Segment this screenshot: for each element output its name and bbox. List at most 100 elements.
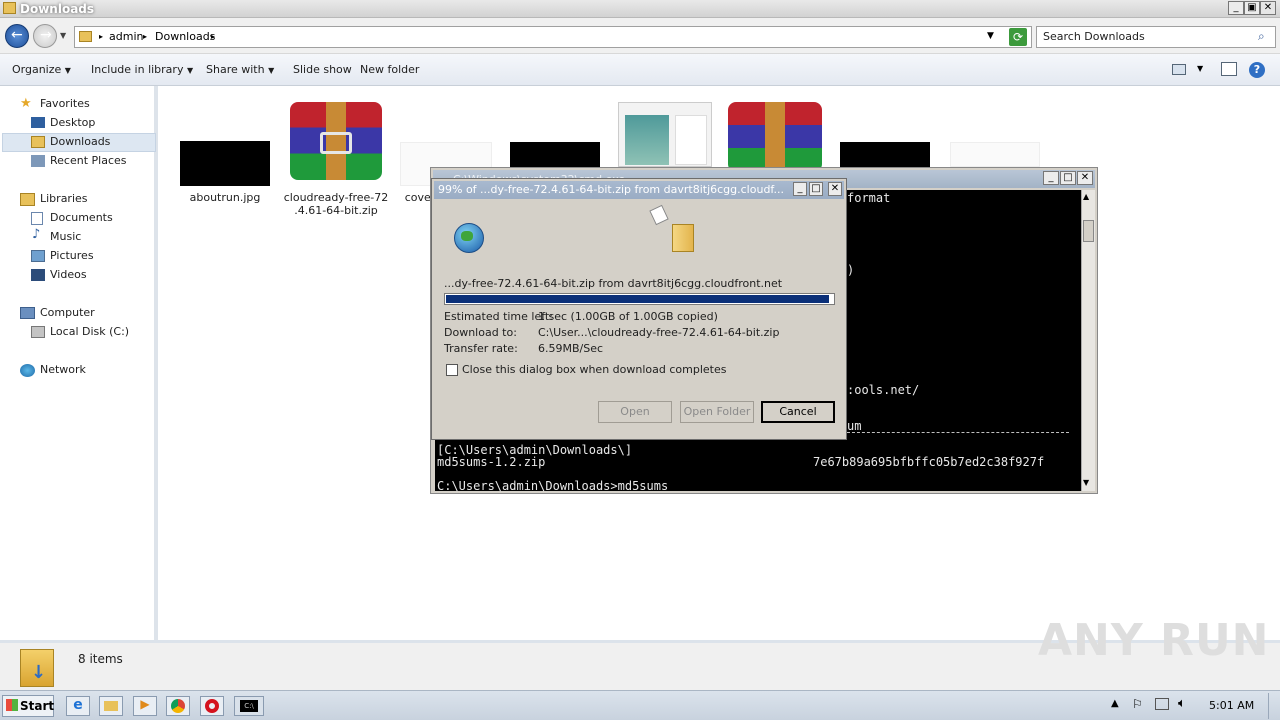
show-hidden-icons[interactable]: ▲ [1111,698,1119,709]
file-item[interactable]: cloudready-free-72 .4.61-64-bit.zip [280,100,392,220]
new-folder-button[interactable]: New folder [360,63,419,76]
dialog-close-button[interactable]: ✕ [828,182,842,196]
close-button[interactable]: ✕ [1260,1,1276,15]
back-button[interactable]: ← [5,24,29,48]
chrome-icon[interactable] [166,696,190,716]
download-source: ...dy-free-72.4.61-64-bit.zip from davrt… [444,277,783,290]
flag-icon[interactable]: ⚐ [1132,697,1143,711]
cancel-button[interactable]: Cancel [761,401,835,423]
show-desktop-button[interactable] [1268,693,1278,719]
include-in-library-menu[interactable]: Include in library ▼ [91,63,193,76]
cmd-zip-name: md5sums-1.2.zip [437,455,546,469]
cmd-minimize-button[interactable]: _ [1043,171,1059,185]
nav-libraries[interactable]: Libraries [40,190,88,208]
nav-local-disk[interactable]: Local Disk (C:) [50,323,129,341]
opera-icon[interactable] [200,696,224,716]
nav-documents[interactable]: Documents [50,209,113,227]
download-to-value: C:\User...\cloudready-free-72.4.61-64-bi… [538,326,780,339]
image-thumbnail[interactable] [840,142,930,167]
close-on-complete-checkbox[interactable] [446,364,458,376]
scroll-thumb[interactable] [1083,220,1094,242]
view-dropdown[interactable]: ▼ [1197,64,1203,73]
network-tray-icon[interactable] [1155,698,1169,710]
watermark: ANY RUN [1038,615,1270,666]
slide-show-button[interactable]: Slide show [293,63,352,76]
nav-recent-places[interactable]: Recent Places [50,152,127,170]
cmd-taskbar-icon[interactable]: C:\ [234,696,264,716]
image-thumbnail[interactable] [950,142,1040,167]
internet-explorer-icon[interactable]: e [66,696,90,716]
dialog-minimize-button[interactable]: _ [793,182,807,196]
address-bar[interactable]: ▸ admin ▸ Downloads ▸ ▼ ⟳ [74,26,1032,48]
image-thumbnail[interactable] [510,142,600,167]
start-button[interactable]: Start [2,695,54,717]
nav-network[interactable]: Network [40,361,86,379]
folder-icon [3,2,16,14]
open-button[interactable]: Open [598,401,672,423]
nav-desktop[interactable]: Desktop [50,114,95,132]
organize-label: Organize [12,63,62,76]
chevron-right-icon[interactable]: ▸ [143,32,147,41]
image-thumbnail[interactable] [618,102,712,167]
scroll-down-icon[interactable]: ▼ [1083,478,1089,487]
taskbar: Start e ▶ C:\ ▲ ⚐ 🔈︎ 5:01 AM [0,690,1280,720]
preview-pane-icon[interactable] [1221,62,1237,76]
download-to-label: Download to: [444,326,517,339]
cmd-close-button[interactable]: ✕ [1077,171,1093,185]
search-icon[interactable]: ⌕ [1258,29,1265,44]
documents-icon [31,212,43,225]
cmd-scrollbar[interactable]: ▲ ▼ [1081,190,1095,491]
nav-music[interactable]: Music [50,228,81,246]
recent-places-icon [31,155,45,167]
clock[interactable]: 5:01 AM [1209,699,1254,712]
estimated-time-value: 1 sec (1.00GB of 1.00GB copied) [538,310,718,323]
cmd-divider [847,432,1069,433]
cmd-prompt: C:\Users\admin\Downloads>md5sums [437,479,669,493]
open-folder-button[interactable]: Open Folder [680,401,754,423]
breadcrumb-downloads[interactable]: Downloads [155,30,215,43]
organize-menu[interactable]: Organize ▼ [12,63,71,76]
minimize-button[interactable]: _ [1228,1,1244,15]
flying-page-icon [649,204,669,226]
refresh-icon[interactable]: ⟳ [1009,28,1027,46]
nav-videos[interactable]: Videos [50,266,87,284]
cmd-maximize-button[interactable]: □ [1060,171,1076,185]
navigation-pane: ★ Favorites Desktop Downloads Recent Pla… [0,86,158,640]
nav-computer[interactable]: Computer [40,304,95,322]
window-title: Downloads [20,2,95,16]
explorer-icon[interactable] [99,696,123,716]
start-label: Start [20,699,55,713]
chevron-right-icon[interactable]: ▸ [211,32,215,41]
forward-button[interactable]: → [33,24,57,48]
media-player-icon[interactable]: ▶ [133,696,157,716]
dialog-title[interactable]: 99% of ...dy-free-72.4.61-64-bit.zip fro… [434,181,844,199]
close-on-complete-label: Close this dialog box when download comp… [462,363,727,376]
arrow-right-icon: → [40,27,52,43]
downloads-folder-icon [31,136,45,148]
chevron-right-icon[interactable]: ▸ [99,32,103,41]
address-dropdown[interactable]: ▼ [987,31,994,41]
nav-pictures[interactable]: Pictures [50,247,94,265]
search-input[interactable]: Search Downloads [1036,26,1276,48]
command-bar: Organize ▼ Include in library ▼ Share wi… [0,54,1280,86]
scroll-up-icon[interactable]: ▲ [1083,192,1089,201]
dialog-maximize-button[interactable]: □ [809,182,823,196]
maximize-button[interactable]: ▣ [1244,1,1260,15]
download-dialog[interactable]: 99% of ...dy-free-72.4.61-64-bit.zip fro… [431,178,847,440]
breadcrumb-admin[interactable]: admin [109,30,143,43]
cmd-hash: 7e67b89a695bfbffc05b7ed2c38f927f [813,455,1045,469]
nav-downloads[interactable]: Downloads [50,133,110,151]
transfer-rate-value: 6.59MB/Sec [538,342,604,355]
star-icon: ★ [20,96,32,111]
share-with-menu[interactable]: Share with ▼ [206,63,274,76]
nav-favorites[interactable]: Favorites [40,95,90,113]
volume-icon[interactable]: 🔈︎ [1178,696,1186,711]
help-icon[interactable]: ? [1249,62,1265,78]
change-view-icon[interactable] [1172,64,1186,75]
winrar-archive-icon[interactable] [728,102,822,172]
recent-pages-dropdown[interactable]: ▼ [60,31,66,40]
globe-icon [454,223,484,253]
file-name: aboutrun.jpg [189,191,261,204]
file-item[interactable]: aboutrun.jpg [178,136,272,212]
progress-fill [446,295,830,303]
